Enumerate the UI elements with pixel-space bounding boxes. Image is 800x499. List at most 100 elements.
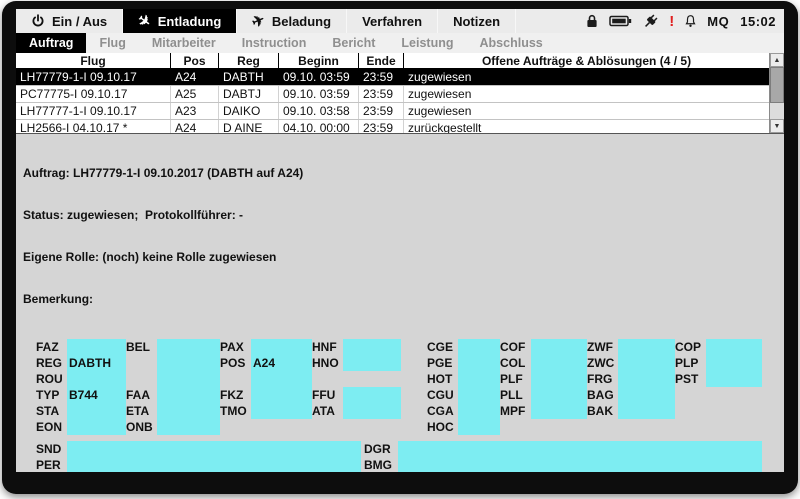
table-row[interactable]: LH77779-1-I 09.10.17 A24 DABTH 09.10. 03… <box>16 69 769 86</box>
field-input[interactable] <box>618 371 675 387</box>
field-input[interactable] <box>706 339 762 355</box>
scroll-down-icon[interactable] <box>770 119 784 133</box>
field-input[interactable] <box>251 403 312 419</box>
field-input[interactable] <box>343 339 401 355</box>
table-row[interactable]: LH2566-I 04.10.17 * A24 D AINE 04.10. 00… <box>16 120 769 134</box>
scrollbar-thumb[interactable] <box>770 67 784 103</box>
column-header-ende[interactable]: Ende <box>359 53 404 68</box>
field-input[interactable] <box>706 371 762 387</box>
detail-bemerkung: Bemerkung: <box>23 292 776 306</box>
app-window: Ein / Aus Entladung Beladung Verfahren N… <box>16 9 784 472</box>
battery-icon <box>609 15 632 27</box>
field-input[interactable] <box>157 371 220 387</box>
field-input[interactable] <box>157 339 220 355</box>
field-input[interactable] <box>618 355 675 371</box>
snd-field-input[interactable] <box>67 441 361 472</box>
column-header-flug[interactable]: Flug <box>16 53 171 68</box>
form-cell: STA <box>36 403 126 419</box>
cell-pos: A24 <box>171 120 219 134</box>
tab-label: Flug <box>99 36 125 50</box>
field-input[interactable] <box>531 355 587 371</box>
table-scrollbar[interactable] <box>769 53 784 133</box>
field-label: PLL <box>500 387 531 403</box>
field-input[interactable] <box>458 419 500 435</box>
field-input[interactable] <box>157 355 220 371</box>
field-input[interactable] <box>67 419 126 435</box>
column-header-pos[interactable]: Pos <box>171 53 219 68</box>
column-header-beginn[interactable]: Beginn <box>279 53 359 68</box>
tab[interactable]: Mitarbeiter <box>139 33 229 53</box>
field-input[interactable]: A24 <box>251 355 312 371</box>
field-input[interactable] <box>618 387 675 403</box>
field-label <box>220 371 251 387</box>
field-input[interactable] <box>706 355 762 371</box>
tab-label: Leistung <box>401 36 453 50</box>
form-cell: TMO <box>220 403 312 419</box>
tab[interactable]: Bericht <box>319 33 388 53</box>
tab[interactable]: Leistung <box>388 33 466 53</box>
cell-ende: 23:59 <box>359 69 404 85</box>
detail-auftrag: Auftrag: LH77779-1-I 09.10.2017 (DABTH a… <box>23 166 776 180</box>
field-input[interactable] <box>458 387 500 403</box>
form-cell: CGA <box>427 403 500 419</box>
field-input[interactable] <box>458 355 500 371</box>
field-input[interactable] <box>531 403 587 419</box>
table-row[interactable]: LH77777-1-I 09.10.17 A23 DAIKO 09.10. 03… <box>16 103 769 120</box>
field-label: COP <box>675 339 706 355</box>
form-cell: CGE <box>427 339 500 355</box>
table-row[interactable]: PC77775-I 09.10.17 A25 DABTJ 09.10. 03:5… <box>16 86 769 103</box>
tab[interactable]: Auftrag <box>16 33 86 53</box>
field-label: PLP <box>675 355 706 371</box>
menu-item-entladung[interactable]: Entladung <box>123 9 237 33</box>
menu-item-notizen[interactable]: Notizen <box>438 9 516 33</box>
cell-ende: 23:59 <box>359 86 404 102</box>
field-input[interactable] <box>343 355 401 371</box>
column-header-reg[interactable]: Reg <box>219 53 279 68</box>
tab[interactable]: Abschluss <box>467 33 556 53</box>
field-input[interactable] <box>67 339 126 355</box>
field-input[interactable] <box>67 403 126 419</box>
dgr-field-input[interactable] <box>398 441 762 472</box>
field-input[interactable] <box>157 387 220 403</box>
field-input[interactable] <box>618 403 675 419</box>
field-input[interactable] <box>531 339 587 355</box>
field-label: FKZ <box>220 387 251 403</box>
field-input[interactable]: B744 <box>67 387 126 403</box>
tab[interactable]: Flug <box>86 33 138 53</box>
field-input[interactable] <box>67 371 126 387</box>
menu-item-ein-aus[interactable]: Ein / Aus <box>16 9 123 33</box>
field-input[interactable] <box>157 419 220 435</box>
tab[interactable]: Instruction <box>229 33 320 53</box>
field-input[interactable] <box>251 371 312 387</box>
column-header-offene[interactable]: Offene Aufträge & Ablösungen (4 / 5) <box>404 53 769 68</box>
field-label: BAG <box>587 387 618 403</box>
field-input[interactable]: DABTH <box>67 355 126 371</box>
field-label: HNF <box>312 339 343 355</box>
field-label: PER <box>36 457 67 472</box>
field-input[interactable] <box>458 371 500 387</box>
field-label: ROU <box>36 371 67 387</box>
form-cell: FAA <box>126 387 220 403</box>
field-input[interactable] <box>251 387 312 403</box>
field-label: REG <box>36 355 67 371</box>
field-label <box>312 371 343 387</box>
field-label: FRG <box>587 371 618 387</box>
field-input[interactable] <box>458 403 500 419</box>
field-input[interactable] <box>157 403 220 419</box>
scroll-up-icon[interactable] <box>770 53 784 67</box>
form-cell <box>220 371 312 387</box>
field-input[interactable] <box>531 371 587 387</box>
form-cell: BAK <box>587 403 675 419</box>
field-input[interactable] <box>531 387 587 403</box>
menu-item-verfahren[interactable]: Verfahren <box>347 9 438 33</box>
field-input[interactable] <box>343 403 401 419</box>
menu-item-beladung[interactable]: Beladung <box>237 9 347 33</box>
field-input[interactable] <box>618 339 675 355</box>
field-label: FFU <box>312 387 343 403</box>
field-input[interactable] <box>458 339 500 355</box>
field-label: ETA <box>126 403 157 419</box>
field-input[interactable] <box>251 339 312 355</box>
form-row: EON ONB <box>36 419 762 435</box>
field-input[interactable] <box>343 387 401 403</box>
field-label: TMO <box>220 403 251 419</box>
